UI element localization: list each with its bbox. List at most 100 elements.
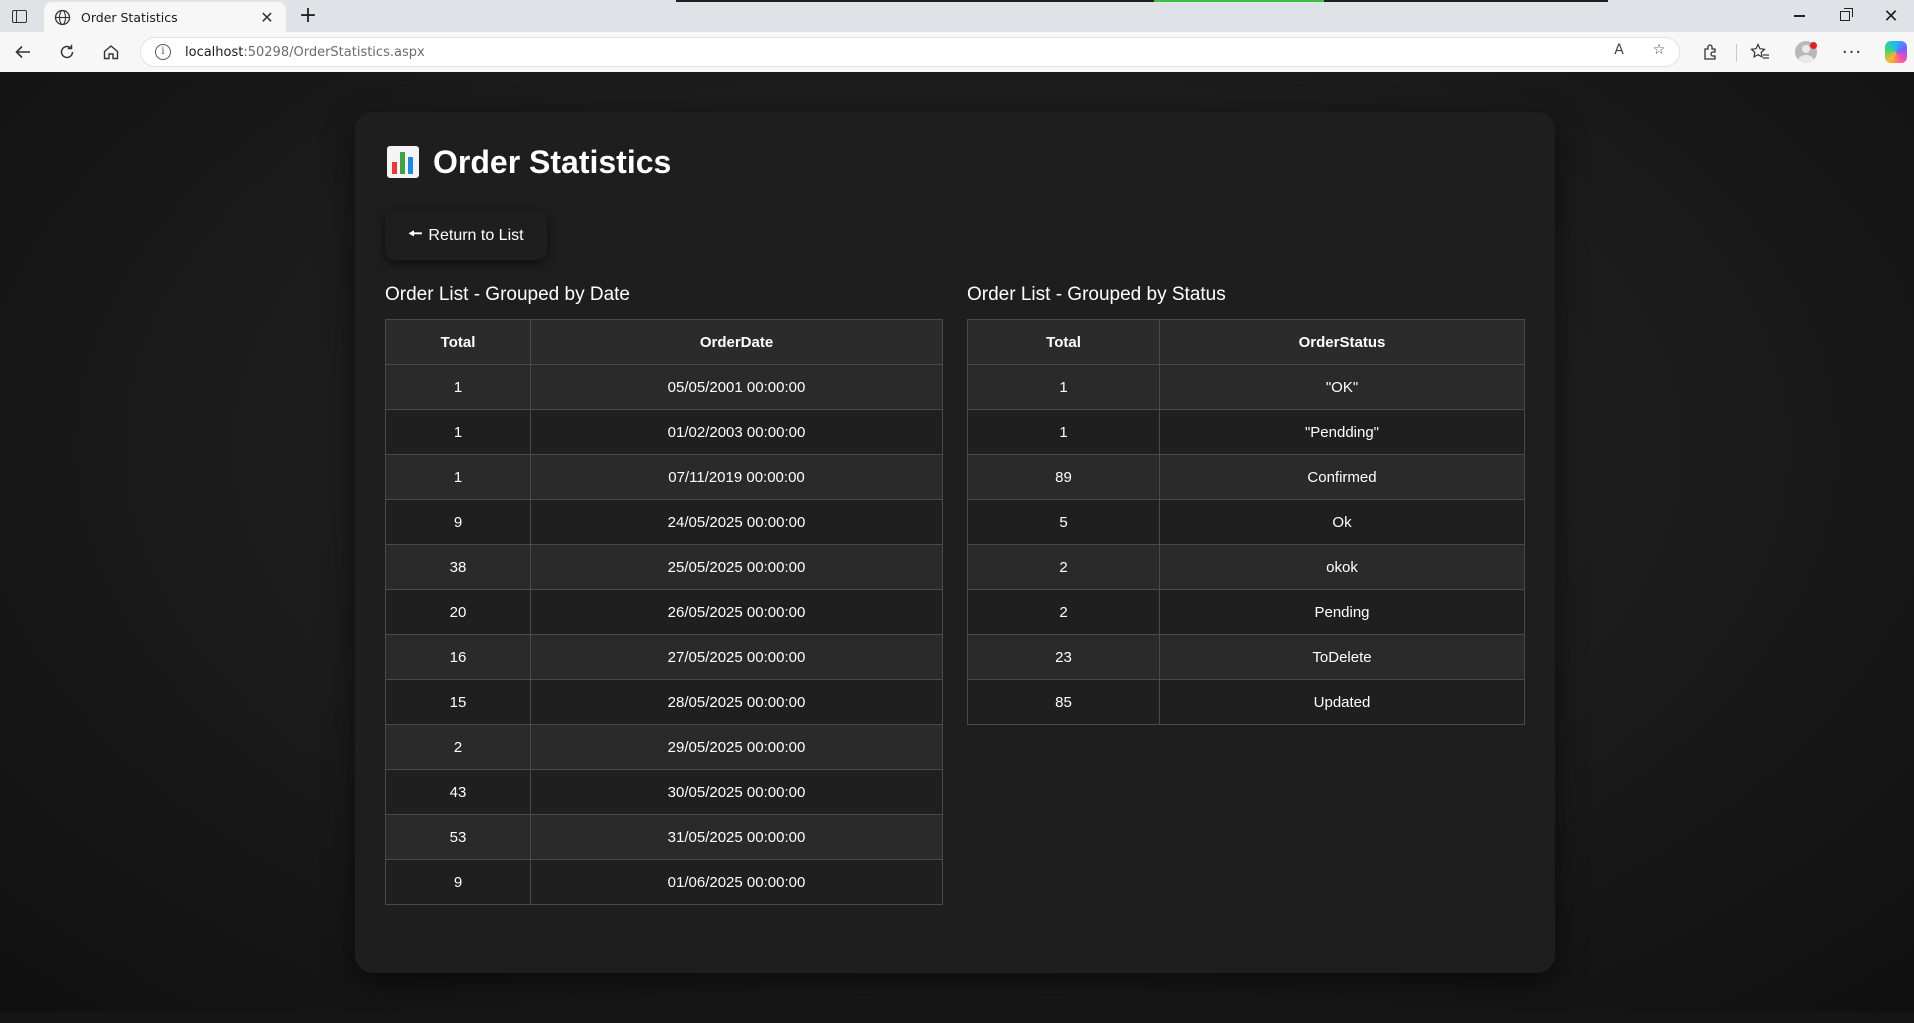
browser-toolbar: i localhost:50298/OrderStatistics.aspx A… [0,32,1914,72]
cell-total: 20 [385,589,531,635]
extensions-icon[interactable] [1696,38,1724,66]
restore-button[interactable] [1822,0,1868,32]
cell-order-date: 29/05/2025 00:00:00 [530,724,943,770]
column-header-total: Total [385,319,531,365]
close-window-button[interactable]: ✕ [1868,0,1914,32]
address-bar[interactable]: i localhost:50298/OrderStatistics.aspx A… [140,37,1680,67]
left-arrow-icon: 🠔 [408,225,423,243]
minimize-icon [1793,15,1805,17]
url-text[interactable]: localhost:50298/OrderStatistics.aspx [185,45,425,60]
cell-order-date: 26/05/2025 00:00:00 [530,589,943,635]
page-title: Order Statistics [387,140,671,184]
statistics-card: Order Statistics 🠔 Return to List Order … [355,112,1555,973]
restore-icon [1840,8,1853,21]
table-row: 5 Ok [967,499,1525,545]
table-row: 16 27/05/2025 00:00:00 [385,634,943,680]
return-to-list-button[interactable]: 🠔 Return to List [385,212,547,260]
minimize-button[interactable] [1776,0,1822,32]
cell-total: 1 [967,364,1160,410]
url-path: :50298/OrderStatistics.aspx [243,44,425,60]
cell-order-status: Confirmed [1159,454,1525,500]
grouped-by-status-title: Order List - Grouped by Status [967,284,1226,305]
cell-total: 85 [967,679,1160,725]
back-arrow-icon [15,45,30,59]
table-row: 1 "Pendding" [967,409,1525,455]
reload-icon [60,44,74,59]
table-row: 1 07/11/2019 00:00:00 [385,454,943,500]
cell-total: 38 [385,544,531,590]
grouped-by-date-table: Total OrderDate 1 05/05/2001 00:00:00 1 01/… [385,319,943,905]
grouped-by-status-table: Total OrderStatus 1 "OK" 1 "Pendding" 89 Conf… [967,319,1525,725]
address-bar-actions: A ☆ [1609,42,1669,58]
new-tab-button[interactable]: + [296,4,320,28]
cell-order-date: 28/05/2025 00:00:00 [530,679,943,725]
cell-order-date: 07/11/2019 00:00:00 [530,454,943,500]
cell-order-date: 27/05/2025 00:00:00 [530,634,943,680]
cell-total: 2 [967,544,1160,590]
copilot-button[interactable] [1882,38,1910,66]
cell-order-status: Ok [1159,499,1525,545]
cell-total: 16 [385,634,531,680]
column-header-orderdate: OrderDate [530,319,943,365]
cell-total: 53 [385,814,531,860]
page-viewport: Order Statistics 🠔 Return to List Order … [0,72,1914,1012]
cell-order-status: Updated [1159,679,1525,725]
cell-order-date: 01/02/2003 00:00:00 [530,409,943,455]
table-header-row: Total OrderDate [385,319,943,365]
copilot-icon [1885,41,1907,63]
column-header-total: Total [967,319,1160,365]
column-header-orderstatus: OrderStatus [1159,319,1525,365]
table-row: 1 05/05/2001 00:00:00 [385,364,943,410]
table-row: 9 24/05/2025 00:00:00 [385,499,943,545]
cell-order-status: "OK" [1159,364,1525,410]
profile-notification-dot [1810,42,1817,49]
home-button[interactable] [96,38,126,66]
table-row: 38 25/05/2025 00:00:00 [385,544,943,590]
cell-order-date: 31/05/2025 00:00:00 [530,814,943,860]
table-row: 1 01/02/2003 00:00:00 [385,409,943,455]
table-row: 43 30/05/2025 00:00:00 [385,769,943,815]
close-tab-icon[interactable]: ✕ [258,8,276,27]
cell-total: 9 [385,499,531,545]
cell-total: 1 [385,409,531,455]
tab-title: Order Statistics [81,9,178,25]
cell-total: 5 [967,499,1160,545]
more-options-icon[interactable]: ··· [1838,38,1866,66]
reload-button[interactable] [52,38,82,66]
cell-total: 89 [967,454,1160,500]
table-row: 2 29/05/2025 00:00:00 [385,724,943,770]
globe-icon [54,9,71,26]
cell-order-status: Pending [1159,589,1525,635]
cell-total: 43 [385,769,531,815]
table-row: 2 okok [967,544,1525,590]
cell-total: 15 [385,679,531,725]
cell-order-date: 01/06/2025 00:00:00 [530,859,943,905]
table-row: 23 ToDelete [967,634,1525,680]
favorite-star-icon[interactable]: ☆ [1649,42,1669,58]
cell-total: 1 [385,364,531,410]
table-row: 15 28/05/2025 00:00:00 [385,679,943,725]
cell-total: 1 [385,454,531,500]
table-row: 1 "OK" [967,364,1525,410]
profile-button[interactable] [1792,38,1820,66]
bottom-strip [0,1012,1914,1023]
cell-order-status: ToDelete [1159,634,1525,680]
tab-actions-button[interactable] [8,6,30,26]
back-button[interactable] [8,38,38,66]
cell-total: 2 [967,589,1160,635]
cell-order-date: 30/05/2025 00:00:00 [530,769,943,815]
cell-total: 23 [967,634,1160,680]
table-row: 89 Confirmed [967,454,1525,500]
tab-order-statistics[interactable]: Order Statistics ✕ [44,2,286,32]
tab-strip-accent [676,0,1608,2]
table-row: 9 01/06/2025 00:00:00 [385,859,943,905]
cell-order-date: 25/05/2025 00:00:00 [530,544,943,590]
read-aloud-icon[interactable]: A [1609,42,1629,58]
table-row: 85 Updated [967,679,1525,725]
return-to-list-label: Return to List [428,227,524,244]
home-icon [103,45,119,60]
favorites-icon[interactable] [1746,38,1774,66]
cell-order-status: "Pendding" [1159,409,1525,455]
site-info-icon[interactable]: i [155,44,171,60]
table-row: 2 Pending [967,589,1525,635]
